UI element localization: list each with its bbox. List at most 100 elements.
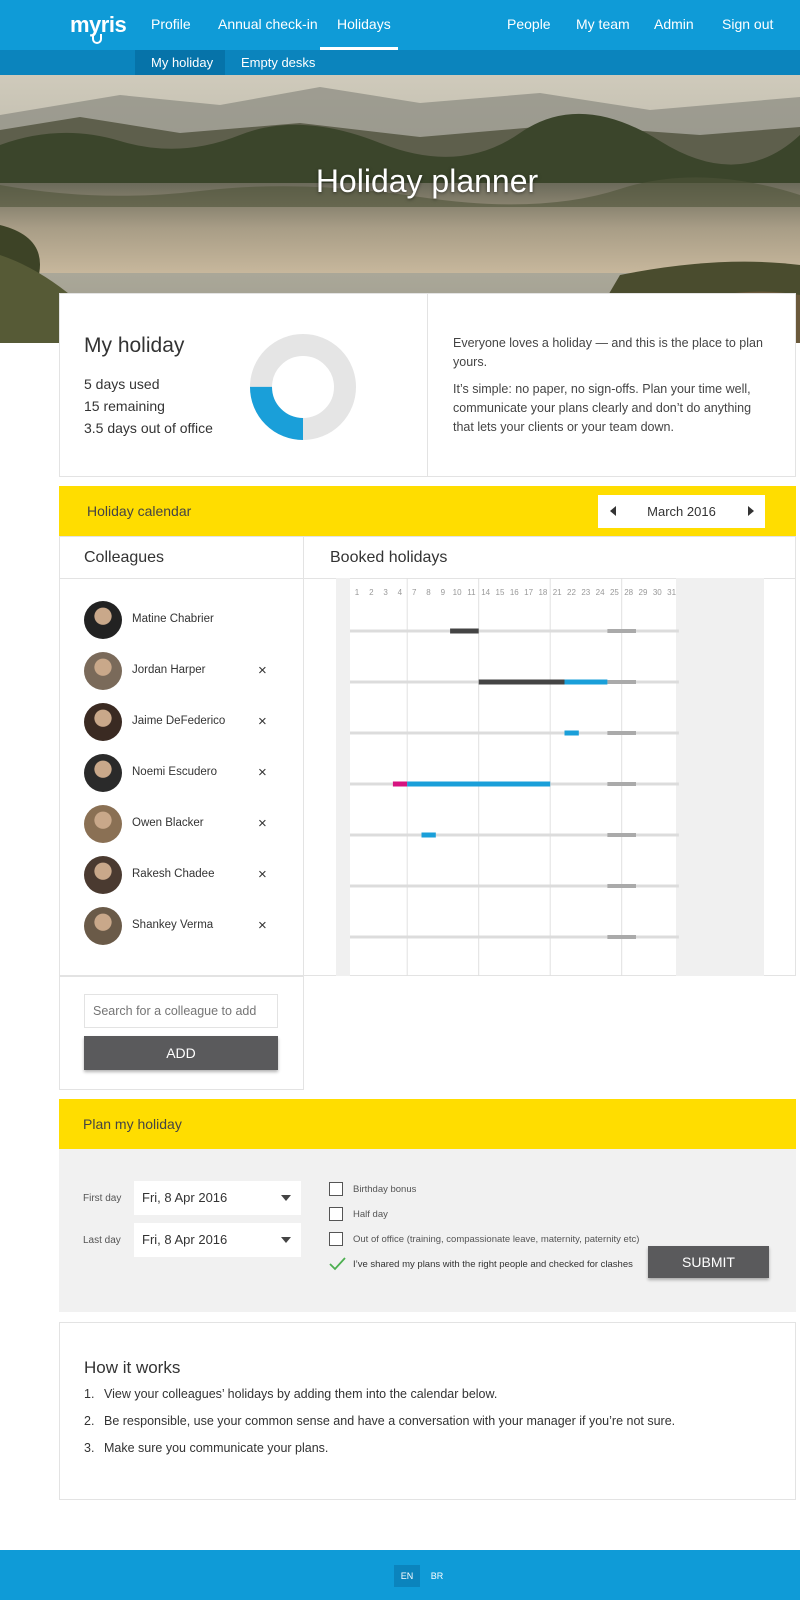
checkmark-icon[interactable] xyxy=(328,1256,346,1272)
card-divider xyxy=(427,294,428,476)
holiday-calendar-title: Holiday calendar xyxy=(87,503,192,519)
nav-profile[interactable]: Profile xyxy=(151,16,191,32)
chevron-down-icon xyxy=(281,1195,291,1201)
nav-annual-check-in[interactable]: Annual check-in xyxy=(218,16,318,32)
step-text: View your colleagues’ holidays by adding… xyxy=(104,1387,498,1401)
language-br[interactable]: BR xyxy=(424,1565,450,1587)
holiday-calendar-header: Holiday calendar March 2016 xyxy=(59,486,796,536)
nav-people[interactable]: People xyxy=(507,16,551,32)
avatar xyxy=(84,856,122,894)
logo[interactable]: myris xyxy=(70,12,127,44)
holiday-booking-bar xyxy=(564,730,579,736)
days-out-of-office: 3.5 days out of office xyxy=(84,420,213,436)
day-label: 8 xyxy=(426,588,431,597)
first-day-select[interactable]: Fri, 8 Apr 2016 xyxy=(134,1181,301,1215)
subnav-empty-desks[interactable]: Empty desks xyxy=(241,55,315,70)
remove-colleague-icon[interactable]: × xyxy=(258,866,267,883)
day-label: 23 xyxy=(581,588,590,597)
holiday-booking-bar xyxy=(421,832,436,838)
avatar xyxy=(84,805,122,843)
holiday-booking-bar xyxy=(564,679,608,685)
out-of-office-checkbox[interactable] xyxy=(329,1232,343,1246)
my-holiday-body: It’s simple: no paper, no sign-offs. Pla… xyxy=(453,382,752,434)
day-label: 31 xyxy=(667,588,676,597)
remove-colleague-icon[interactable]: × xyxy=(258,917,267,934)
how-step-3: 3. Make sure you communicate your plans. xyxy=(84,1441,328,1455)
colleague-row: Noemi Escudero × xyxy=(84,754,284,794)
remove-colleague-icon[interactable]: × xyxy=(258,713,267,730)
avatar xyxy=(84,907,122,945)
day-label: 2 xyxy=(369,588,374,597)
nav-my-team[interactable]: My team xyxy=(576,16,630,32)
colleague-name: Owen Blacker xyxy=(132,817,204,829)
language-en[interactable]: EN xyxy=(394,1565,420,1587)
holiday-booking-bar xyxy=(478,679,565,685)
step-number: 2. xyxy=(84,1414,95,1428)
half-day-label: Half day xyxy=(353,1209,388,1220)
footer: EN BR xyxy=(0,1550,800,1600)
last-day-select[interactable]: Fri, 8 Apr 2016 xyxy=(134,1223,301,1257)
nav-holidays[interactable]: Holidays xyxy=(337,16,391,32)
avatar xyxy=(84,754,122,792)
bank-holiday-bar xyxy=(607,629,636,633)
day-label: 18 xyxy=(538,588,547,597)
colleague-row: Owen Blacker × xyxy=(84,805,284,845)
next-month-icon[interactable] xyxy=(748,506,754,516)
half-day-checkbox[interactable] xyxy=(329,1207,343,1221)
sub-nav: My holiday Empty desks xyxy=(0,50,800,75)
bank-holiday-bar xyxy=(607,884,636,888)
avatar xyxy=(84,652,122,690)
bank-holiday-bar xyxy=(607,782,636,786)
first-day-value: Fri, 8 Apr 2016 xyxy=(142,1190,228,1205)
last-day-label: Last day xyxy=(83,1235,121,1246)
remove-colleague-icon[interactable]: × xyxy=(258,764,267,781)
day-label: 11 xyxy=(467,588,476,597)
day-label: 29 xyxy=(639,588,648,597)
day-label: 21 xyxy=(553,588,562,597)
bank-holiday-bar xyxy=(607,731,636,735)
colleague-row: Rakesh Chadee × xyxy=(84,856,284,896)
how-step-2: 2. Be responsible, use your common sense … xyxy=(84,1414,675,1428)
out-of-office-label: Out of office (training, compassionate l… xyxy=(353,1234,640,1245)
bank-holiday-bar xyxy=(607,833,636,837)
step-text: Be responsible, use your common sense an… xyxy=(104,1414,676,1428)
how-step-1: 1. View your colleagues’ holidays by addi… xyxy=(84,1387,497,1401)
chevron-down-icon xyxy=(281,1237,291,1243)
my-holiday-card: My holiday 5 days used 15 remaining 3.5 … xyxy=(59,293,796,477)
step-number: 3. xyxy=(84,1441,95,1455)
remove-colleague-icon[interactable]: × xyxy=(258,662,267,679)
day-label: 16 xyxy=(510,588,519,597)
day-label: 22 xyxy=(567,588,576,597)
remove-colleague-icon[interactable]: × xyxy=(258,815,267,832)
day-label: 17 xyxy=(524,588,533,597)
submit-button[interactable]: SUBMIT xyxy=(648,1246,769,1278)
avatar xyxy=(84,601,122,639)
grid-right-gutter xyxy=(676,578,764,976)
birthday-bonus-checkbox[interactable] xyxy=(329,1182,343,1196)
avatar xyxy=(84,703,122,741)
colleague-row: Jordan Harper × xyxy=(84,652,284,692)
colleague-name: Jordan Harper xyxy=(132,664,206,676)
day-label: 24 xyxy=(596,588,605,597)
holiday-booking-bar xyxy=(450,628,479,634)
day-label: 30 xyxy=(653,588,662,597)
holiday-booking-bar xyxy=(407,781,551,787)
booked-holidays-grid: 1 2 3 4 7 8 9 10 11 14 15 16 17 18 21 22 23 24 25 28 29 30 31 xyxy=(336,578,764,976)
month-label: March 2016 xyxy=(647,504,716,519)
nav-admin[interactable]: Admin xyxy=(654,16,694,32)
colleague-search-input[interactable] xyxy=(84,994,278,1028)
day-label: 15 xyxy=(496,588,505,597)
nav-sign-out[interactable]: Sign out xyxy=(722,16,773,32)
top-nav: myris Profile Annual check-in Holidays P… xyxy=(0,0,800,50)
holiday-donut-chart xyxy=(250,334,356,440)
colleague-row: Shankey Verma × xyxy=(84,907,284,947)
colleague-name: Jaime DeFederico xyxy=(132,715,226,727)
step-text: Make sure you communicate your plans. xyxy=(104,1441,329,1455)
add-button[interactable]: ADD xyxy=(84,1036,278,1070)
day-label: 1 xyxy=(355,588,360,597)
colleague-name: Shankey Verma xyxy=(132,919,214,931)
my-holiday-title: My holiday xyxy=(84,334,185,357)
day-label: 28 xyxy=(624,588,633,597)
last-day-value: Fri, 8 Apr 2016 xyxy=(142,1232,228,1247)
subnav-my-holiday[interactable]: My holiday xyxy=(151,55,213,70)
